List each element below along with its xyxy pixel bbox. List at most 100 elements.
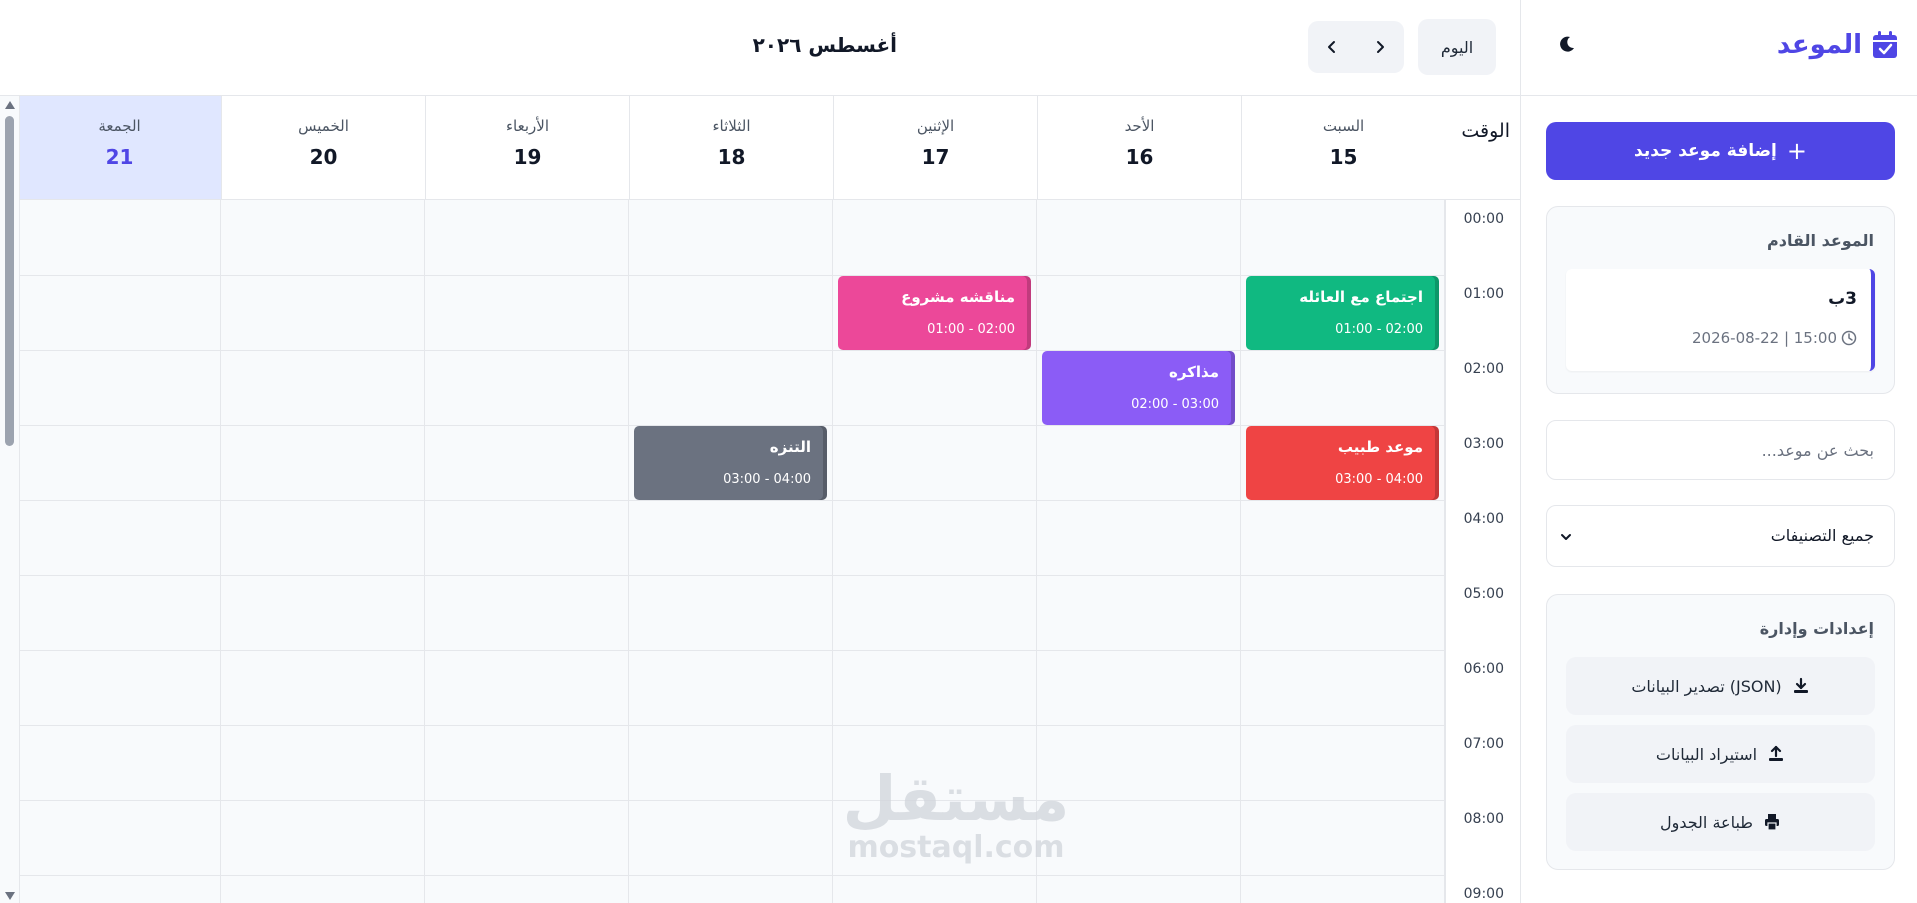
upload-icon [1769, 745, 1784, 761]
day-name: الأحد [1124, 117, 1155, 135]
time-slot-label: 09:00 [1463, 886, 1504, 902]
event-title: مذاكره [1168, 363, 1219, 381]
watermark-latin: mostaql.com [847, 830, 1065, 865]
chevron-right-icon [1377, 41, 1384, 53]
moon-icon[interactable] [1557, 34, 1577, 54]
event-card[interactable]: موعد طبيب 03:00 - 04:00 [1246, 426, 1439, 500]
chevron-left-icon [1328, 41, 1335, 53]
import-data-button[interactable]: استيراد البيانات [1566, 725, 1875, 783]
event-time: 03:00 - 04:00 [723, 472, 811, 487]
day-number: 19 [513, 145, 542, 169]
sidebar-header: الموعد [1521, 0, 1917, 96]
add-appointment-label: إضافة موعد جديد [1634, 141, 1777, 161]
day-header[interactable]: الإثنين 17 [833, 96, 1037, 200]
day-name: الجمعة [98, 117, 141, 135]
day-header[interactable]: الأحد 16 [1037, 96, 1241, 200]
time-slot-label: 07:00 [1463, 736, 1504, 752]
event-title: اجتماع مع العائله [1299, 288, 1423, 306]
day-number: 16 [1125, 145, 1154, 169]
today-button[interactable]: اليوم [1418, 19, 1496, 75]
time-column: 00:00 01:00 02:00 03:00 04:00 05:00 06:00 07:00… [1445, 200, 1520, 903]
app-logo: الموعد [1777, 30, 1898, 60]
time-slot-label: 01:00 [1463, 286, 1504, 302]
grid-row-divider [20, 650, 1520, 651]
upcoming-meta: 2026-08-22 | 15:00 [1692, 329, 1857, 347]
event-time: 02:00 - 03:00 [1131, 397, 1219, 412]
day-number: 20 [309, 145, 338, 169]
grid-row-divider [20, 500, 1520, 501]
app-brand-name: الموعد [1776, 30, 1862, 60]
mostaql-watermark: مستقل mostaql.com [836, 765, 1076, 863]
scroll-up-arrow-icon[interactable] [4, 100, 16, 110]
day-header[interactable]: الأربعاء 19 [425, 96, 629, 200]
previous-week-button[interactable] [1356, 21, 1404, 73]
event-time: 01:00 - 02:00 [1335, 322, 1423, 337]
category-filter-select[interactable]: جميع التصنيفات [1546, 505, 1895, 567]
calendar-toolbar: اليوم أغسطس ٢٠٢٦ [0, 0, 1520, 96]
event-time: 01:00 - 02:00 [927, 322, 1015, 337]
grid-row-divider [20, 875, 1520, 876]
time-slot-label: 06:00 [1463, 661, 1504, 677]
event-card[interactable]: مناقشه مشروع 01:00 - 02:00 [838, 276, 1031, 350]
search-field [1546, 420, 1895, 480]
event-title: التنزه [769, 438, 811, 456]
category-filter-value: جميع التصنيفات [1770, 526, 1874, 545]
event-card[interactable]: اجتماع مع العائله 01:00 - 02:00 [1246, 276, 1439, 350]
upcoming-appointment-card[interactable]: 3ب 2026-08-22 | 15:00 [1566, 269, 1875, 371]
upcoming-appointment-panel: الموعد القادم 3ب 2026-08-22 | 15:00 [1546, 206, 1895, 394]
event-time: 03:00 - 04:00 [1335, 472, 1423, 487]
time-column-header: الوقت [1445, 96, 1520, 200]
event-title: موعد طبيب [1337, 438, 1423, 456]
day-header[interactable]: الخميس 20 [221, 96, 425, 200]
day-name: السبت [1322, 117, 1365, 135]
day-number: 18 [717, 145, 746, 169]
day-name: الثلاثاء [712, 117, 751, 135]
time-slot-label: 04:00 [1463, 511, 1504, 527]
add-appointment-button[interactable]: إضافة موعد جديد + [1546, 122, 1895, 180]
settings-panel: إعدادات وإدارة تصدير البيانات (JSON) است… [1546, 594, 1895, 870]
calendar-check-icon [1873, 31, 1897, 58]
printer-icon [1765, 814, 1780, 831]
grid-row-divider [20, 575, 1520, 576]
upcoming-date-time: 2026-08-22 | 15:00 [1692, 329, 1837, 347]
day-number: 15 [1329, 145, 1358, 169]
settings-heading: إعدادات وإدارة [1759, 619, 1874, 638]
scroll-down-arrow-icon[interactable] [4, 891, 16, 901]
grid-column-divider [832, 200, 833, 903]
time-slot-label: 05:00 [1463, 586, 1504, 602]
time-header-label: الوقت [1461, 120, 1510, 142]
next-week-button[interactable] [1308, 21, 1356, 73]
search-input[interactable] [1547, 421, 1894, 479]
event-title: مناقشه مشروع [901, 288, 1015, 306]
grid-column-divider [1240, 200, 1241, 903]
upcoming-heading: الموعد القادم [1767, 231, 1874, 250]
grid-row-divider [20, 350, 1520, 351]
time-slot-label: 03:00 [1463, 436, 1504, 452]
time-slot-label: 00:00 [1463, 211, 1504, 227]
day-header[interactable]: السبت 15 [1241, 96, 1445, 200]
export-label: تصدير البيانات (JSON) [1631, 676, 1782, 696]
month-title: أغسطس ٢٠٢٦ [752, 33, 897, 57]
grid-column-divider [424, 200, 425, 903]
week-calendar: الوقت السبت 15 الأحد 16 الإثنين 17 الثلاثاء 18 ا… [20, 96, 1520, 903]
day-name: الإثنين [916, 117, 955, 135]
day-number: 17 [921, 145, 950, 169]
scrollbar-thumb[interactable] [5, 116, 14, 446]
time-slot-label: 08:00 [1463, 811, 1504, 827]
calendar-scrollbar[interactable] [0, 96, 20, 903]
day-header[interactable]: الجمعة 21 [20, 96, 221, 200]
event-card[interactable]: التنزه 03:00 - 04:00 [634, 426, 827, 500]
event-card[interactable]: مذاكره 02:00 - 03:00 [1042, 351, 1235, 425]
sidebar: الموعد إضافة موعد جديد + الموعد القادم 3… [1520, 0, 1917, 903]
watermark-arabic: مستقل [842, 762, 1070, 835]
calendar-grid[interactable] [20, 200, 1520, 903]
export-json-button[interactable]: تصدير البيانات (JSON) [1566, 657, 1875, 715]
chevron-down-icon [1561, 534, 1571, 540]
clock-icon [1841, 330, 1857, 346]
day-header[interactable]: الثلاثاء 18 [629, 96, 833, 200]
print-schedule-button[interactable]: طباعة الجدول [1566, 793, 1875, 851]
grid-column-divider [628, 200, 629, 903]
navigation-buttons [1308, 21, 1404, 73]
download-icon [1793, 677, 1808, 693]
grid-column-divider [220, 200, 221, 903]
